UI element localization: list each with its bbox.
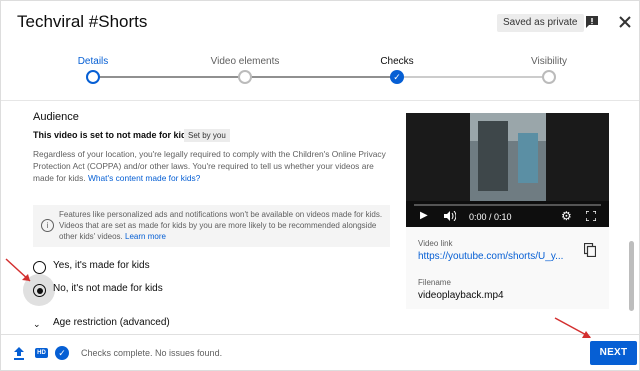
step-visibility-dot[interactable] [542,70,556,84]
step-details[interactable]: Details [43,56,143,67]
radio-label-no[interactable]: No, it's not made for kids [53,283,163,294]
video-frame [406,113,609,201]
feedback-icon[interactable] [584,14,600,30]
dialog-title: Techviral #Shorts [17,12,148,31]
chevron-down-icon[interactable]: ⌄ [33,319,41,330]
checks-status: Checks complete. No issues found. [81,348,223,358]
close-icon[interactable] [617,14,633,30]
radio-button-no[interactable] [33,284,46,297]
dialog-footer: HD ✓ Checks complete. No issues found. N… [1,334,639,370]
info-text: Features like personalized ads and notif… [59,209,385,242]
kids-content-link[interactable]: What's content made for kids? [88,173,200,183]
play-icon[interactable]: ▶ [420,210,428,221]
audience-status: This video is set to not made for kids [33,130,192,140]
step-details-dot[interactable] [86,70,100,84]
step-video-elements-dot[interactable] [238,70,252,84]
checks-complete-icon: ✓ [55,346,69,360]
learn-more-link[interactable]: Learn more [125,232,166,241]
filename-value: videoplayback.mp4 [418,290,504,301]
player-controls: ▶ 0:00 / 0:10 ⚙ [406,201,609,227]
video-link-label: Video link [418,239,453,248]
hd-icon: HD [35,348,48,358]
coppa-description: Regardless of your location, you're lega… [33,148,393,184]
fullscreen-icon[interactable] [586,211,596,221]
upload-icon [14,347,24,360]
step-checks-check-icon[interactable]: ✓ [390,70,404,84]
info-icon: i [41,219,54,232]
upload-dialog: Techviral #Shorts Saved as private Detai… [0,0,640,371]
info-body: Features like personalized ads and notif… [59,210,383,241]
video-player[interactable]: ▶ 0:00 / 0:10 ⚙ [406,113,609,227]
video-link[interactable]: https://youtube.com/shorts/U_y... [418,251,563,262]
video-preview-card: ▶ 0:00 / 0:10 ⚙ Video link https://youtu… [406,113,609,309]
step-video-elements[interactable]: Video elements [195,56,295,67]
volume-icon[interactable] [444,211,456,221]
filename-label: Filename [418,278,451,287]
copy-icon[interactable] [584,243,596,257]
time-display: 0:00 / 0:10 [469,212,512,222]
details-content: Audience This video is set to not made f… [1,101,639,334]
coppa-text: Regardless of your location, you're lega… [33,149,386,183]
saved-status-badge: Saved as private [497,14,584,32]
set-by-badge: Set by you [184,129,230,142]
video-thumbnail-detail [518,133,538,183]
age-restriction-label[interactable]: Age restriction (advanced) [53,317,170,328]
next-button[interactable]: NEXT [590,341,637,365]
scrollbar[interactable] [629,241,634,311]
step-checks[interactable]: Checks [347,56,447,67]
settings-gear-icon[interactable]: ⚙ [561,209,572,223]
seek-bar[interactable] [414,204,601,206]
step-visibility[interactable]: Visibility [499,56,599,67]
audience-heading: Audience [33,111,79,123]
video-thumbnail-figure [478,121,508,191]
radio-button-yes[interactable] [33,261,46,274]
info-box: i Features like personalized ads and not… [33,205,390,247]
dialog-header: Techviral #Shorts Saved as private [1,1,639,44]
radio-label-yes[interactable]: Yes, it's made for kids [53,260,150,271]
